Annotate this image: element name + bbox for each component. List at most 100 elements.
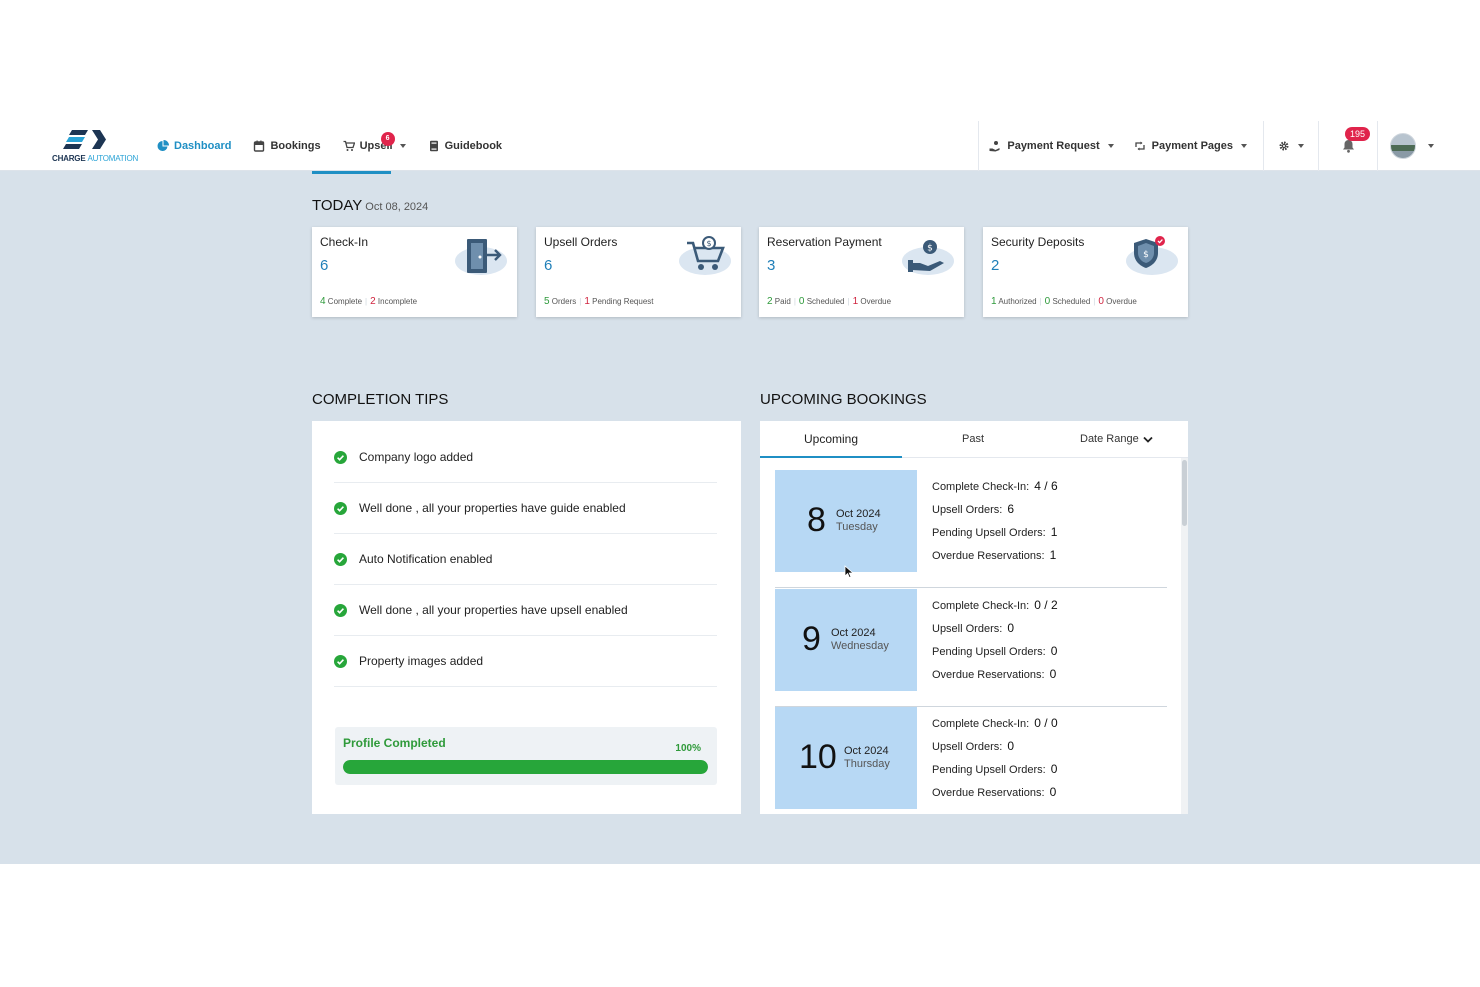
day-box: 8 Oct 2024 Tuesday: [775, 470, 917, 572]
payment-request-label: Payment Request: [1007, 140, 1100, 152]
profile-progress: Profile Completed 100%: [335, 727, 717, 785]
payment-pages-menu[interactable]: Payment Pages: [1124, 140, 1257, 152]
date-range-dropdown[interactable]: Date Range: [1080, 421, 1153, 458]
brand-logo[interactable]: CHARGE AUTOMATION: [52, 129, 138, 165]
card-value: 3: [767, 257, 776, 274]
day-weekday: Thursday: [844, 758, 890, 770]
progress-percent: 100%: [675, 743, 701, 754]
bookings-tabs: Upcoming Past Date Range: [760, 421, 1188, 458]
secondary-nav: Payment Request Payment Pages 195: [978, 121, 1480, 171]
user-menu[interactable]: [1378, 133, 1480, 159]
nav-bookings[interactable]: Bookings: [253, 140, 321, 152]
stat-pending: Pending Upsell Orders: 0: [932, 644, 1058, 658]
completion-tips-heading: COMPLETION TIPS: [312, 391, 449, 408]
stat-overdue: Overdue Reservations: 0: [932, 667, 1057, 681]
nav-guidebook-label: Guidebook: [444, 140, 503, 152]
retweet-icon: [1135, 141, 1145, 151]
date-range-label: Date Range: [1080, 433, 1139, 445]
check-circle-icon: [334, 552, 347, 566]
scrollbar-thumb[interactable]: [1182, 460, 1187, 526]
list-item: Property images added: [334, 636, 717, 687]
cart-icon: [343, 140, 355, 151]
nav-upsell[interactable]: Upsell 6: [343, 132, 406, 152]
chevron-down-icon: [1143, 436, 1153, 443]
stat-pending: Pending Upsell Orders: 0: [932, 762, 1058, 776]
stat-checkin: Complete Check-In: 4 / 6: [932, 479, 1058, 493]
card-metrics: 1 Authorized | 0 Scheduled | 0 Overdue: [991, 296, 1137, 307]
shopping-cart-icon: $: [679, 236, 731, 275]
day-box: 9 Oct 2024 Wednesday: [775, 589, 917, 691]
svg-text:$: $: [927, 244, 933, 254]
logo-mark-icon: [63, 130, 106, 149]
nav-dashboard[interactable]: Dashboard: [157, 140, 231, 152]
security-deposits-card[interactable]: Security Deposits 2 1 Authorized | 0 Sched…: [983, 227, 1188, 317]
tab-past[interactable]: Past: [902, 421, 1044, 458]
notifications-button[interactable]: 195: [1319, 121, 1377, 171]
notification-count-badge: 195: [1345, 127, 1371, 141]
stat-upsell: Upsell Orders: 0: [932, 739, 1015, 753]
progress-track: [343, 760, 708, 774]
stat-checkin: Complete Check-In: 0 / 2: [932, 598, 1058, 612]
check-circle-icon: [334, 501, 347, 515]
gear-icon: [1279, 141, 1289, 151]
day-stats: Complete Check-In: 0 / 2 Upsell Orders: …: [932, 597, 1058, 689]
booking-day-row[interactable]: 10 Oct 2024 Thursday Complete Check-In: …: [775, 707, 1167, 814]
card-title: Check-In: [320, 235, 369, 249]
tip-text: Company logo added: [359, 450, 474, 464]
svg-text:$: $: [1143, 250, 1149, 260]
list-item: Company logo added: [334, 432, 717, 483]
nav-dashboard-label: Dashboard: [174, 140, 232, 152]
card-title: Upsell Orders: [544, 235, 618, 249]
day-month: Oct 2024: [844, 745, 889, 757]
card-value: 6: [544, 257, 553, 274]
upsell-count-badge: 6: [380, 132, 395, 146]
day-box: 10 Oct 2024 Thursday: [775, 707, 917, 809]
bookings-scrollbar[interactable]: [1181, 458, 1188, 814]
logo-wordmark: CHARGE AUTOMATION: [52, 154, 139, 163]
tip-text: Well done , all your properties have gui…: [359, 501, 626, 515]
check-circle-icon: [334, 603, 347, 617]
booking-day-row[interactable]: 8 Oct 2024 Tuesday Complete Check-In: 4 …: [775, 470, 1167, 588]
list-item: Well done , all your properties have ups…: [334, 585, 717, 636]
upsell-orders-card[interactable]: Upsell Orders 6 5 Orders | 1 Pending Reque…: [536, 227, 741, 317]
tip-text: Well done , all your properties have ups…: [359, 603, 628, 617]
book-icon: [429, 140, 438, 152]
checkin-card[interactable]: Check-In 6 4 Complete | 2 Incomplete: [312, 227, 517, 317]
payment-request-menu[interactable]: Payment Request: [979, 140, 1123, 152]
day-weekday: Tuesday: [836, 521, 878, 533]
card-value: 2: [991, 257, 1000, 274]
stat-upsell: Upsell Orders: 0: [932, 621, 1015, 635]
check-circle-icon: [334, 654, 347, 668]
bell-icon: [1342, 140, 1354, 153]
tab-upcoming[interactable]: Upcoming: [760, 421, 902, 458]
day-month: Oct 2024: [831, 627, 876, 639]
nav-guidebook[interactable]: Guidebook: [428, 140, 502, 152]
stat-overdue: Overdue Reservations: 1: [932, 548, 1057, 562]
mouse-pointer-icon: [844, 565, 854, 579]
reservation-payment-card[interactable]: Reservation Payment 3 2 Paid | 0 Scheduled…: [759, 227, 964, 317]
day-weekday: Wednesday: [831, 640, 889, 652]
card-title: Security Deposits: [991, 235, 1085, 249]
payment-pages-label: Payment Pages: [1151, 140, 1233, 152]
active-tab-indicator: [312, 171, 391, 174]
chevron-down-icon: [1298, 144, 1304, 148]
day-month: Oct 2024: [836, 508, 881, 520]
booking-day-row[interactable]: 9 Oct 2024 Wednesday Complete Check-In: …: [775, 589, 1167, 707]
avatar: [1390, 133, 1416, 159]
door-exit-icon: [455, 239, 507, 275]
upcoming-bookings-panel: Upcoming Past Date Range 8 Oct 2024 Tues…: [760, 421, 1188, 814]
card-metrics: 5 Orders | 1 Pending Request: [544, 296, 654, 307]
settings-menu[interactable]: [1264, 140, 1318, 152]
card-metrics: 2 Paid | 0 Scheduled | 1 Overdue: [767, 296, 892, 307]
chevron-down-icon: [399, 144, 406, 148]
list-item: Well done , all your properties have gui…: [334, 483, 717, 534]
svg-text:$: $: [706, 239, 711, 248]
card-metrics: 4 Complete | 2 Incomplete: [320, 296, 418, 307]
chevron-down-icon: [1428, 144, 1434, 148]
tip-text: Auto Notification enabled: [359, 552, 493, 566]
stat-overdue: Overdue Reservations: 0: [932, 785, 1057, 799]
day-stats: Complete Check-In: 0 / 0 Upsell Orders: …: [932, 715, 1058, 807]
shield-dollar-icon: $: [1126, 236, 1178, 275]
nav-bookings-label: Bookings: [270, 140, 321, 152]
primary-nav: Dashboard Bookings Upsell 6 Guidebook: [157, 121, 524, 171]
